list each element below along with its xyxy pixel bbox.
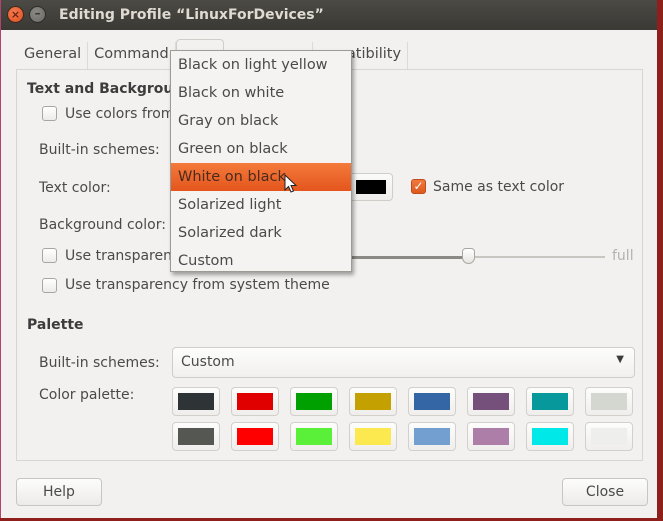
palette-builtin-schemes-label: Built-in schemes: (39, 355, 160, 371)
close-button[interactable]: Close (562, 478, 648, 506)
mouse-cursor-icon (284, 174, 298, 193)
text-color-swatch (356, 180, 386, 194)
palette-scheme-value: Custom (181, 354, 235, 370)
color-palette-label: Color palette: (39, 387, 135, 403)
use-transparent-background-label: Use transparen (65, 248, 172, 264)
scheme-menu-item[interactable]: Custom (171, 247, 351, 275)
palette-color-button[interactable] (349, 422, 397, 451)
palette-color-button[interactable] (172, 422, 220, 451)
palette-scheme-dropdown[interactable]: Custom ▼ (172, 347, 635, 378)
palette-color-button[interactable] (172, 387, 220, 416)
scheme-menu-item[interactable]: Green on black (171, 135, 351, 163)
palette-color-button[interactable] (526, 387, 574, 416)
scheme-menu-item[interactable]: Solarized dark (171, 219, 351, 247)
scheme-menu-item[interactable]: Gray on black (171, 107, 351, 135)
scheme-menu-item[interactable]: Black on white (171, 79, 351, 107)
help-button[interactable]: Help (16, 478, 102, 506)
close-icon: × (10, 8, 21, 21)
palette-color-button[interactable] (467, 387, 515, 416)
use-system-colors-label: Use colors from (65, 106, 175, 122)
palette-color-button[interactable] (231, 422, 279, 451)
palette-color-button[interactable] (585, 422, 633, 451)
minimize-window-button[interactable]: – (29, 6, 46, 23)
palette-color-button[interactable] (290, 387, 338, 416)
tab-general[interactable]: General (18, 42, 89, 69)
scheme-menu-item[interactable]: White on black (171, 163, 351, 191)
background-color-label: Background color: (39, 217, 166, 233)
transparency-full-label: full (612, 248, 634, 264)
use-system-transparency-checkbox[interactable] (42, 278, 57, 293)
palette-color-swatch (296, 393, 332, 410)
text-color-label: Text color: (39, 180, 111, 196)
builtin-schemes-label: Built-in schemes: (39, 142, 160, 158)
palette-color-button[interactable] (408, 422, 456, 451)
minimize-icon: – (34, 6, 41, 20)
palette-color-swatch (532, 428, 568, 445)
palette-color-swatch (414, 428, 450, 445)
builtin-schemes-popup-menu: Black on light yellow Black on white Gray … (170, 50, 352, 272)
palette-color-button[interactable] (585, 387, 633, 416)
close-window-button[interactable]: × (7, 6, 24, 23)
same-as-text-color-checkbox[interactable]: ✓ (411, 179, 426, 194)
chevron-down-icon: ▼ (616, 354, 624, 365)
palette-color-swatch (532, 393, 568, 410)
palette-color-button[interactable] (408, 387, 456, 416)
scheme-menu-item[interactable]: Solarized light (171, 191, 351, 219)
palette-color-button[interactable] (467, 422, 515, 451)
palette-color-swatch (414, 393, 450, 410)
palette-color-swatch (296, 428, 332, 445)
scheme-menu-item[interactable]: Black on light yellow (171, 51, 351, 79)
palette-color-swatch (237, 428, 273, 445)
palette-color-swatch (355, 428, 391, 445)
palette-color-swatch (591, 393, 627, 410)
palette-color-swatch (355, 393, 391, 410)
use-system-colors-checkbox[interactable] (42, 106, 57, 121)
tab-command[interactable]: Command (88, 42, 176, 69)
palette-color-swatch (178, 393, 214, 410)
use-transparent-background-checkbox[interactable] (42, 248, 57, 263)
text-color-button[interactable] (349, 173, 393, 201)
palette-color-swatch (237, 393, 273, 410)
checkmark-icon: ✓ (413, 179, 424, 193)
palette-color-swatch (178, 428, 214, 445)
palette-color-button[interactable] (349, 387, 397, 416)
palette-section-title: Palette (27, 317, 84, 333)
palette-color-swatch (473, 393, 509, 410)
palette-color-button[interactable] (290, 422, 338, 451)
title-bar: × – Editing Profile “LinuxForDevices” (1, 0, 657, 30)
palette-color-swatch (473, 428, 509, 445)
window-title: Editing Profile “LinuxForDevices” (59, 7, 324, 23)
palette-color-swatch (591, 428, 627, 445)
text-background-section-title: Text and Backgrou (27, 81, 174, 97)
use-system-transparency-label: Use transparency from system theme (65, 277, 330, 293)
same-as-text-color-label: Same as text color (433, 179, 565, 195)
slider-thumb[interactable] (462, 248, 476, 264)
palette-color-button[interactable] (526, 422, 574, 451)
palette-color-button[interactable] (231, 387, 279, 416)
